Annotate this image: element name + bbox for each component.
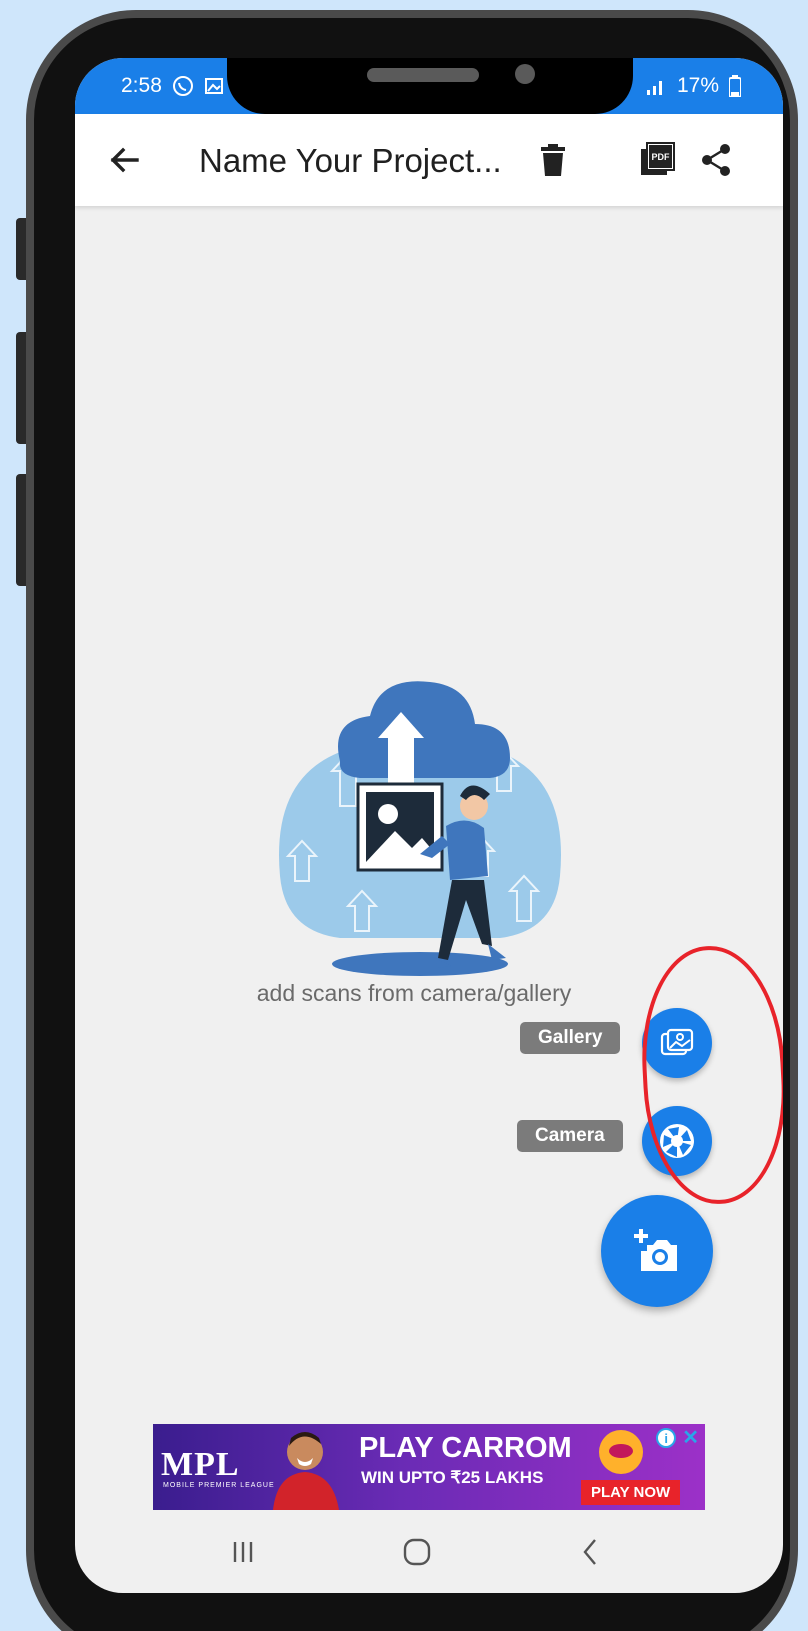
add-photo-icon [634,1229,677,1271]
phone-screen: 2:58 17% Name Your Project... PDF add sc… [75,58,783,1593]
system-nav-bar [75,1520,783,1590]
image-notification-icon [204,78,223,94]
ad-play-now-button[interactable]: PLAY NOW [581,1480,681,1505]
battery-icon [729,75,741,97]
back-nav-icon[interactable] [571,1532,611,1572]
ad-subline: WIN UPTO ₹25 LAKHS [361,1468,544,1487]
ad-info-icon[interactable]: i [656,1428,677,1448]
signal-icon [646,81,662,95]
ad-brand-subtitle: MOBILE PREMIER LEAGUE [163,1482,275,1489]
upload-illustration [279,681,561,976]
battery-percent: 17% [676,74,719,97]
status-time: 2:58 [121,74,162,97]
home-icon[interactable] [397,1532,437,1572]
arrow-left-icon[interactable] [103,138,147,182]
camera-notch [227,58,633,114]
share-icon[interactable] [695,138,739,182]
add-scan-fab[interactable] [601,1195,713,1307]
ad-banner[interactable]: MPL MOBILE PREMIER LEAGUE PLAY CARROM WI… [153,1424,705,1510]
app-bar: Name Your Project... PDF [75,114,783,206]
page-title: Name Your Project... [199,142,502,179]
status-bar: 2:58 17% [75,58,783,114]
trash-icon[interactable] [531,138,575,182]
gallery-label[interactable]: Gallery [520,1022,621,1054]
ad-headline: PLAY CARROM [359,1432,572,1464]
ad-brand-logo: MPL [161,1446,240,1483]
ad-close-icon[interactable]: ✕ [682,1428,699,1448]
camera-label[interactable]: Camera [517,1120,623,1152]
svg-text:PDF: PDF [652,152,671,162]
ad-person-image [273,1432,339,1510]
ad-carrom-badge [599,1430,643,1474]
pdf-icon[interactable]: PDF [635,138,679,182]
whatsapp-icon [172,76,193,96]
recent-apps-icon[interactable] [223,1532,263,1572]
